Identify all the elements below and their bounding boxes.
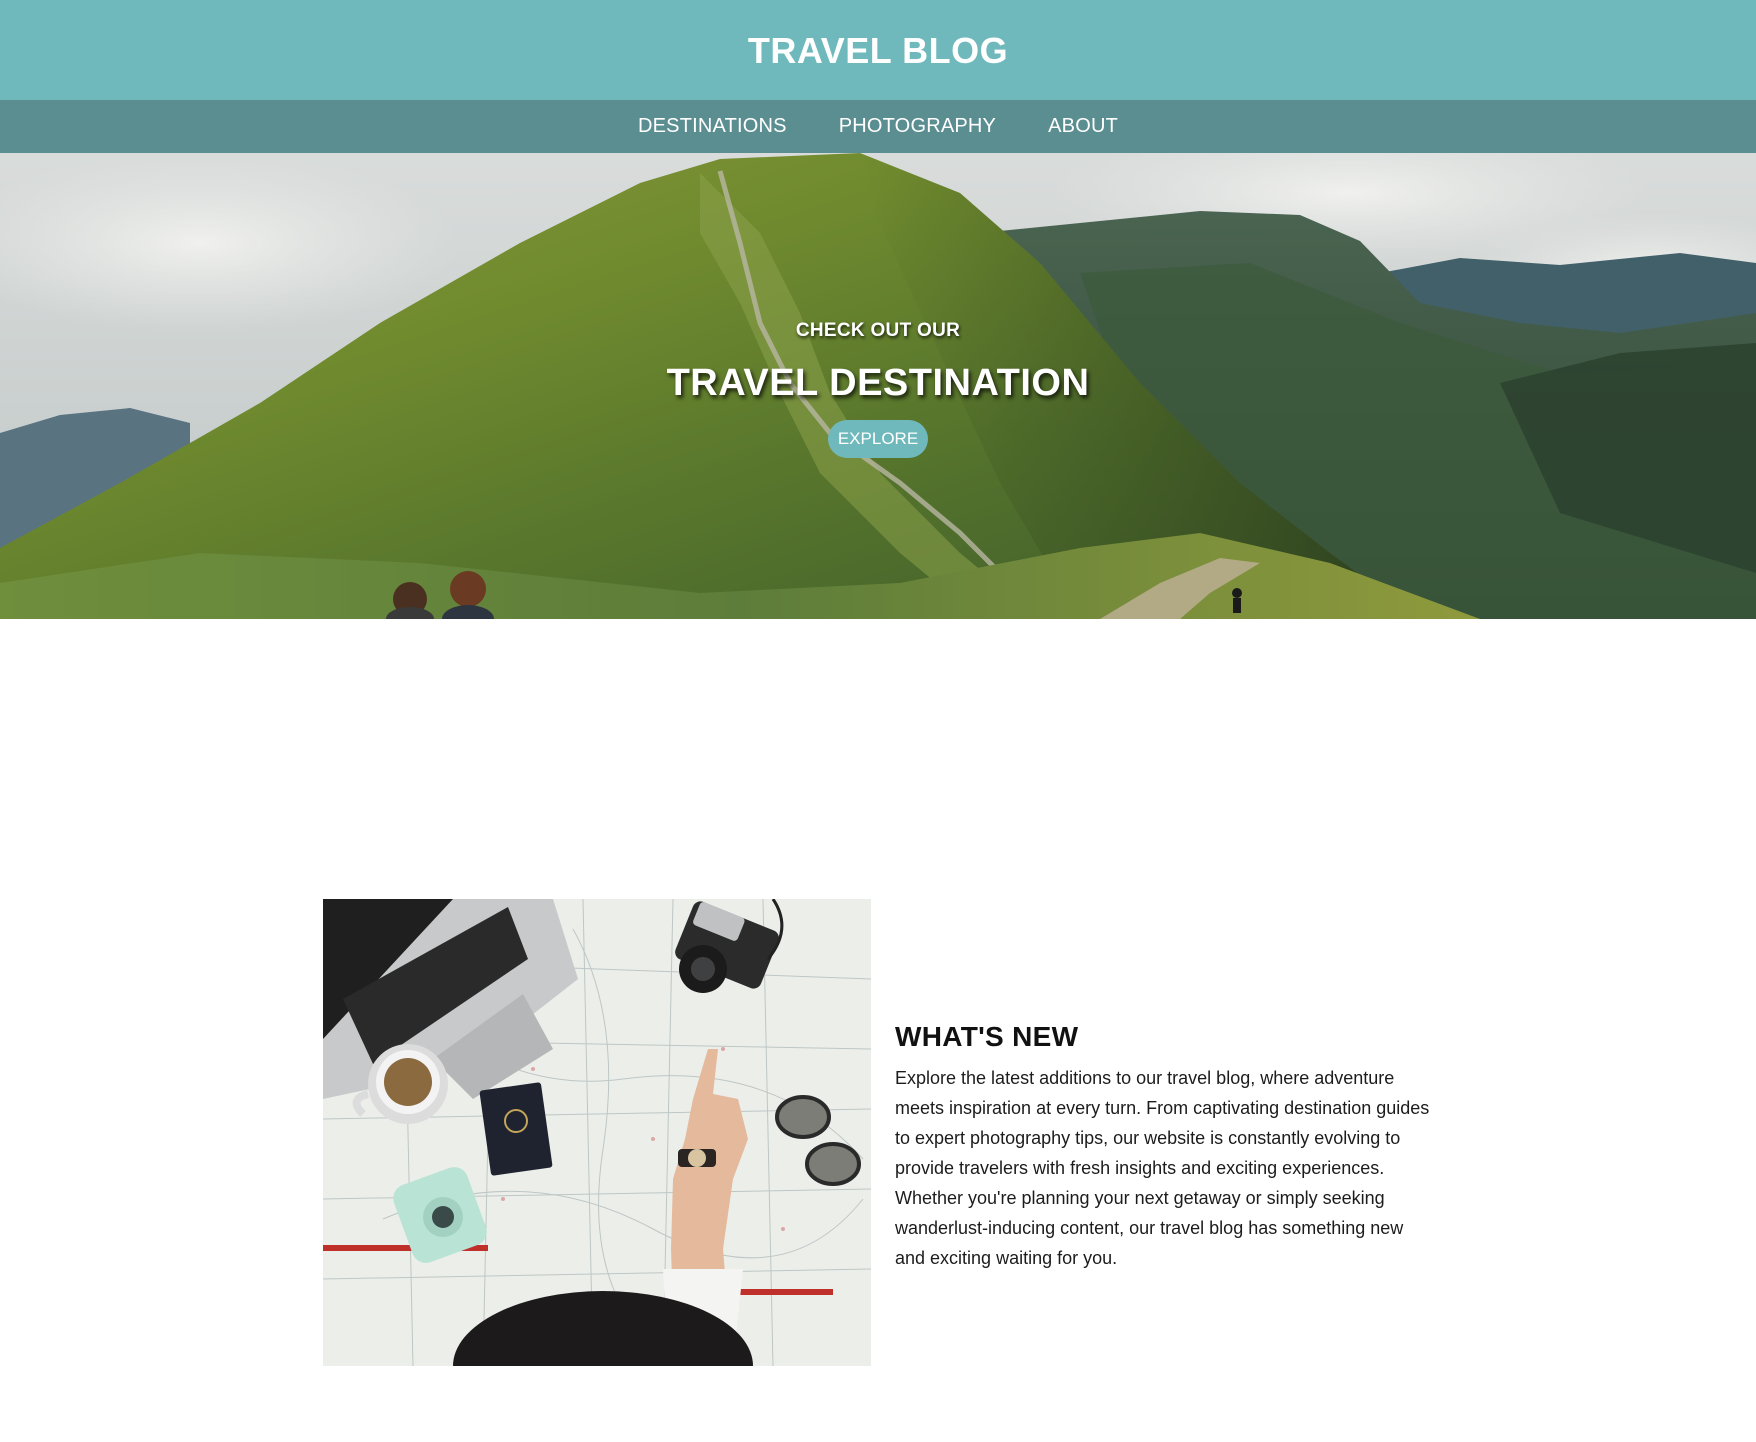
whats-new-text: WHAT'S NEW Explore the latest additions …: [895, 1021, 1435, 1273]
nav-item-destinations: DESTINATIONS: [638, 115, 787, 138]
nav-item-about: ABOUT: [1048, 115, 1118, 138]
whats-new-section: WHAT'S NEW Explore the latest additions …: [323, 899, 1433, 1366]
travel-flatlay-photo: [323, 899, 871, 1366]
site-header: TRAVEL BLOG: [0, 0, 1756, 100]
explore-button[interactable]: EXPLORE: [827, 420, 929, 458]
nav-link-about[interactable]: ABOUT: [1048, 115, 1118, 137]
hero-banner: CHECK OUT OUR TRAVEL DESTINATION EXPLORE: [0, 153, 1756, 619]
nav-list: DESTINATIONS PHOTOGRAPHY ABOUT: [638, 115, 1118, 138]
whats-new-heading: WHAT'S NEW: [895, 1021, 1079, 1052]
whats-new-body: Explore the latest additions to our trav…: [895, 1068, 1430, 1268]
hero-kicker: CHECK OUT OUR: [795, 320, 961, 341]
hero-content: CHECK OUT OUR TRAVEL DESTINATION EXPLORE: [0, 153, 1756, 619]
hero-title: TRAVEL DESTINATION: [666, 362, 1090, 404]
main-nav: DESTINATIONS PHOTOGRAPHY ABOUT: [0, 100, 1756, 153]
site-title: TRAVEL BLOG: [747, 30, 1009, 71]
nav-item-photography: PHOTOGRAPHY: [839, 115, 996, 138]
whats-new-image: [323, 899, 871, 1366]
nav-link-photography[interactable]: PHOTOGRAPHY: [839, 115, 996, 137]
nav-link-destinations[interactable]: DESTINATIONS: [638, 115, 787, 137]
